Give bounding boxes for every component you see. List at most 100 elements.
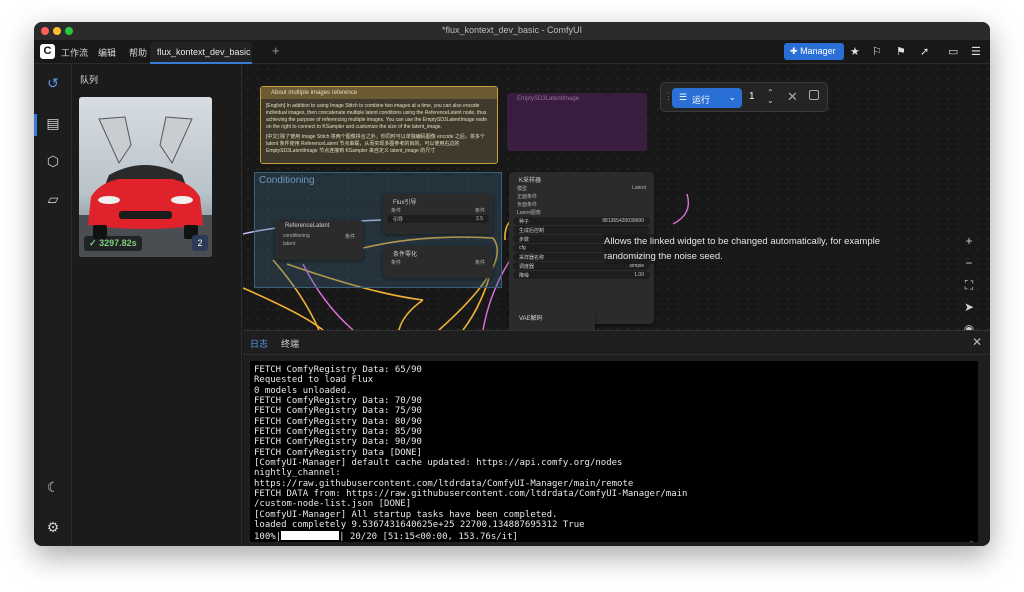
- window-title: *flux_kontext_dev_basic - ComfyUI: [441, 25, 583, 35]
- menu-help[interactable]: 帮助: [129, 46, 147, 59]
- control-after-generate-widget[interactable]: 生成后控制: [513, 226, 650, 234]
- toggle-panel-icon[interactable]: ▭: [948, 45, 958, 58]
- conditioning-zero-out-node[interactable]: 条件零化 条件 条件: [383, 246, 493, 278]
- widget-value: 1.00: [634, 272, 644, 278]
- workflows-folder-icon[interactable]: ▱: [44, 190, 62, 208]
- zoom-out-icon[interactable]: −: [956, 256, 982, 278]
- terminal-line: FETCH ComfyRegistry Data: 85/90: [254, 427, 422, 438]
- denoise-widget[interactable]: 降噪 1.00: [513, 271, 650, 279]
- terminal-line: 0 models unloaded.: [254, 385, 352, 396]
- progress-line: 100%| | 20/20 [51:15<00:00, 153.76s/it]: [254, 530, 518, 542]
- toggle-link-visibility-icon[interactable]: ◉: [956, 322, 982, 330]
- input-conditioning[interactable]: 条件: [391, 208, 401, 214]
- chevron-down-icon[interactable]: ⌄: [728, 92, 736, 103]
- input-conditioning[interactable]: conditioning: [283, 233, 310, 239]
- widget-tooltip: Allows the linked widget to be changed a…: [604, 234, 894, 264]
- input-model[interactable]: 模型: [517, 186, 527, 192]
- empty-sd3-latent-node[interactable]: EmptySD3LatentImage: [507, 93, 647, 151]
- run-button[interactable]: ☰ 运行 ⌄: [672, 88, 742, 108]
- terminal-line: nightly_channel:: [254, 468, 341, 479]
- seed-widget[interactable]: 种子 981365420039690: [513, 217, 650, 225]
- node-library-sidebar-icon[interactable]: ▤: [44, 114, 62, 132]
- star-icon[interactable]: ★: [850, 45, 860, 58]
- input-conditioning[interactable]: 条件: [391, 260, 401, 266]
- reference-latent-node[interactable]: ReferenceLatent conditioning 条件 latent: [275, 220, 363, 260]
- batch-count-input[interactable]: 1: [749, 91, 755, 102]
- terminal-lines: FETCH ComfyRegistry Data: 65/90 Requested…: [254, 365, 974, 531]
- input-latent[interactable]: latent: [283, 241, 295, 247]
- widget-value: 2.5: [476, 216, 483, 222]
- model-library-icon[interactable]: ⬡: [44, 152, 62, 170]
- close-panel-icon[interactable]: ✕: [972, 335, 982, 349]
- node-io-row: conditioning 条件: [275, 232, 363, 240]
- flux-guidance-node[interactable]: Flux引导 条件 条件 引导 2.5: [383, 194, 493, 234]
- progress-suffix: 20/20 [51:15<00:00, 153.76s/it]: [344, 531, 518, 542]
- widget-label: 调度器: [519, 264, 535, 270]
- batch-stepper[interactable]: ⌃ ⌄: [767, 89, 774, 105]
- queue-list-icon: ☰: [679, 92, 688, 102]
- vae-decode-node[interactable]: VAE解码: [509, 310, 595, 330]
- terminal-output[interactable]: FETCH ComfyRegistry Data: 65/90 Requested…: [250, 361, 978, 542]
- settings-gear-icon[interactable]: ⚙: [44, 518, 62, 536]
- node-title: 条件零化: [393, 252, 418, 258]
- execution-time-badge: ✓ 3297.82s: [84, 236, 142, 251]
- terminal-scrollbar[interactable]: [969, 541, 974, 542]
- app-window: *flux_kontext_dev_basic - ComfyUI C 工作流 …: [34, 22, 990, 546]
- terminal-line: [ComfyUI-Manager] All startup tasks have…: [254, 509, 558, 520]
- node-library-icon[interactable]: ⚑: [896, 45, 906, 58]
- input-latent-image[interactable]: Latent图像: [509, 208, 654, 216]
- output-conditioning[interactable]: 条件: [345, 233, 355, 240]
- tab-terminal[interactable]: 终端: [281, 337, 299, 350]
- hamburger-menu-icon[interactable]: ☰: [971, 45, 981, 58]
- purple-node-title: EmptySD3LatentImage: [517, 96, 580, 102]
- output-latent[interactable]: Latent: [632, 185, 646, 191]
- add-tab-button[interactable]: +: [272, 43, 280, 58]
- guidance-widget[interactable]: 引导 2.5: [387, 215, 489, 223]
- sidebar-active-indicator: [34, 114, 37, 136]
- terminal-line: FETCH ComfyRegistry Data: 90/90: [254, 437, 422, 448]
- menu-edit[interactable]: 编辑: [98, 46, 116, 59]
- menu-workflow[interactable]: 工作流: [61, 46, 88, 59]
- zoom-in-icon[interactable]: +: [956, 234, 982, 256]
- widget-label: 降噪: [519, 273, 530, 279]
- node-title: ReferenceLatent: [285, 223, 330, 229]
- node-canvas[interactable]: About multiple images reference [English…: [243, 64, 990, 330]
- input-positive[interactable]: 正面条件: [509, 192, 654, 200]
- check-icon: ✓: [89, 238, 97, 248]
- progress-bar-fill: [281, 530, 339, 540]
- manager-button[interactable]: ✚ Manager: [784, 43, 844, 60]
- queue-history-icon[interactable]: ↺: [44, 74, 62, 92]
- node-io-row: 模型 Latent: [509, 184, 654, 192]
- note-multiple-images-reference[interactable]: About multiple images reference [English…: [260, 86, 498, 164]
- node-io-row: latent: [275, 240, 363, 248]
- widget-value: 981365420039690: [602, 218, 644, 224]
- output-count-badge[interactable]: 2: [192, 235, 208, 251]
- terminal-line: FETCH ComfyRegistry Data [DONE]: [254, 447, 422, 458]
- widget-label: 采样器名称: [519, 255, 545, 261]
- note-body: [English] In addition to using Image Sti…: [261, 99, 497, 159]
- terminal-line: FETCH ComfyRegistry Data: 75/90: [254, 406, 422, 417]
- share-icon[interactable]: ➚: [920, 45, 929, 58]
- tab-label: flux_kontext_dev_basic: [157, 47, 251, 57]
- menu-bar: C 工作流 编辑 帮助 flux_kontext_dev_basic + ✚ M…: [34, 40, 990, 64]
- terminal-line: /custom-node-list.json [DONE]: [254, 499, 412, 510]
- canvas-controls: + − ⛶ ➤ ◉: [956, 234, 982, 330]
- queue-result-thumbnail[interactable]: ✓ 3297.82s 2: [79, 97, 212, 257]
- widget-label: 步数: [519, 237, 530, 243]
- terminal-line: FETCH DATA from: https://raw.githubuserc…: [254, 489, 688, 500]
- fit-view-icon[interactable]: ⛶: [956, 278, 982, 300]
- terminal-line: Requested to load Flux: [254, 375, 374, 386]
- group-title: Conditioning: [259, 175, 315, 186]
- model-manager-icon[interactable]: ⚐: [872, 45, 882, 58]
- cancel-run-icon[interactable]: ✕: [787, 89, 798, 105]
- stop-icon[interactable]: [809, 90, 819, 100]
- select-mode-icon[interactable]: ➤: [956, 300, 982, 322]
- input-negative[interactable]: 负面条件: [509, 200, 654, 208]
- output-conditioning[interactable]: 条件: [475, 259, 485, 266]
- theme-moon-icon[interactable]: ☾: [44, 478, 62, 496]
- output-conditioning[interactable]: 条件: [475, 207, 485, 214]
- tab-logs[interactable]: 日志: [250, 337, 268, 350]
- node-title: VAE解码: [519, 316, 543, 322]
- comfyui-logo[interactable]: C: [40, 44, 55, 59]
- tab-workflow[interactable]: flux_kontext_dev_basic: [150, 42, 252, 64]
